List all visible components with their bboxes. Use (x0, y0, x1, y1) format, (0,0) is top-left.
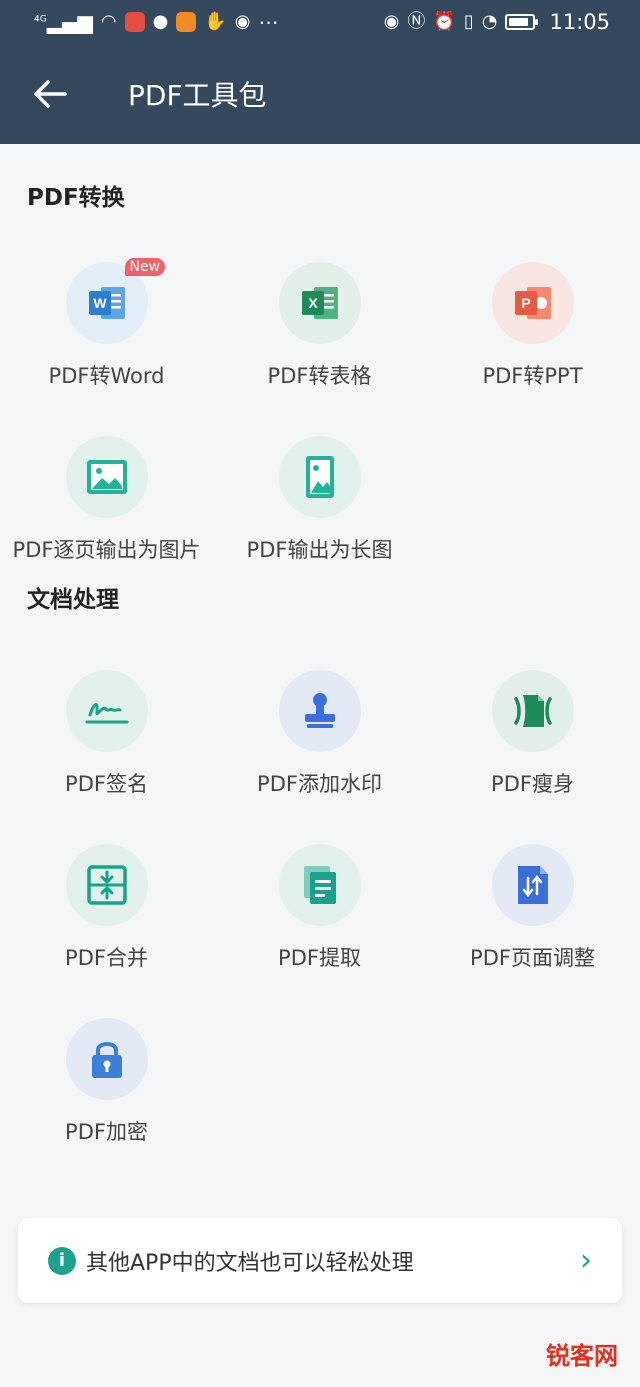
more-icon: ⋯ (258, 10, 279, 34)
page-title: PDF工具包 (128, 79, 267, 112)
vibrate-icon: ▯ (463, 11, 474, 32)
tool-label: PDF转Word (48, 364, 165, 388)
tool-label: PDF合并 (65, 946, 148, 970)
tool-pdf-compress[interactable]: PDF瘦身 (426, 660, 639, 834)
stamp-icon (304, 693, 335, 728)
lock-icon (91, 1042, 122, 1078)
tool-pdf-to-images[interactable]: PDF逐页输出为图片 (0, 426, 213, 600)
tip-text: 其他APP中的文档也可以轻松处理 (86, 1250, 414, 1276)
section-conversion: PDF转换 W New PDF转Word X PDF转表格 P PDF转PPT … (0, 144, 640, 600)
chat-icon: ● (152, 11, 169, 32)
tool-label: PDF转表格 (267, 364, 372, 388)
status-left: 4G▂▄▆ ◠ ● ✋ ◉ ⋯ (34, 10, 278, 34)
tool-label: PDF提取 (278, 946, 361, 970)
tool-pdf-encrypt[interactable]: PDF加密 (0, 1008, 213, 1182)
tool-pdf-to-ppt[interactable]: P PDF转PPT (426, 252, 639, 426)
tool-pdf-signature[interactable]: PDF签名 (0, 660, 213, 834)
signature-icon (85, 703, 128, 724)
info-icon: i (48, 1246, 76, 1275)
icon-circle (278, 844, 361, 926)
icon-circle: W New (65, 258, 166, 344)
tool-pdf-to-word[interactable]: W New PDF转Word (0, 252, 213, 426)
icon-circle (278, 436, 361, 518)
word-icon: W (88, 287, 125, 319)
app-notification-icon (176, 12, 197, 32)
tool-content: PDF转换 W New PDF转Word X PDF转表格 P PDF转PPT … (0, 144, 640, 1182)
ppt-icon: P (514, 287, 551, 319)
back-arrow-icon (34, 80, 67, 108)
icon-circle (65, 436, 148, 518)
icon-circle (65, 1018, 148, 1100)
extract-icon (303, 866, 336, 904)
signal-icon: 4G▂▄▆ (34, 10, 93, 34)
clock: 11:05 (549, 10, 610, 34)
hand-icon: ✋ (204, 11, 227, 32)
icon-circle (278, 670, 361, 752)
status-right: ◉ Ⓝ ⏰ ▯ ◔ 11:05 (384, 10, 610, 34)
image-icon (86, 460, 127, 494)
status-bar: 4G▂▄▆ ◠ ● ✋ ◉ ⋯ ◉ Ⓝ ⏰ ▯ ◔ 11:05 (0, 0, 640, 44)
back-button[interactable] (0, 44, 100, 144)
icon-circle: P (491, 262, 574, 344)
watermark: 锐客网 (546, 1342, 618, 1370)
icon-circle (65, 844, 148, 926)
tool-pdf-extract[interactable]: PDF提取 (213, 834, 426, 1008)
tool-label: PDF瘦身 (491, 772, 574, 796)
alarm-icon: ⏰ (433, 11, 456, 32)
app-bar: PDF工具包 (0, 44, 640, 144)
tool-label: PDF输出为长图 (246, 538, 393, 562)
icon-circle (491, 844, 574, 926)
nfc-icon: Ⓝ (407, 11, 426, 32)
app-notification-icon (124, 12, 145, 32)
section-title: PDF转换 (27, 185, 125, 211)
chevron-right-icon: › (580, 1243, 592, 1278)
svg-text:P: P (521, 295, 530, 311)
merge-icon (86, 865, 127, 905)
tool-pdf-watermark[interactable]: PDF添加水印 (213, 660, 426, 834)
tool-grid: W New PDF转Word X PDF转表格 P PDF转PPT PDF逐页输… (0, 252, 640, 600)
section-document-processing: 文档处理 PDF签名 PDF添加水印 PDF瘦身 PDF合并 PDF提取 PDF… (0, 580, 640, 1182)
battery-fill (509, 18, 529, 26)
tool-grid: PDF签名 PDF添加水印 PDF瘦身 PDF合并 PDF提取 PDF页面调整 … (0, 660, 640, 1182)
tool-label: PDF加密 (65, 1120, 148, 1144)
long-image-icon (305, 456, 334, 498)
tool-pdf-merge[interactable]: PDF合并 (0, 834, 213, 1008)
battery-icon (505, 14, 539, 30)
excel-icon: X (301, 287, 338, 319)
icon-circle (491, 670, 574, 752)
tool-label: PDF添加水印 (257, 772, 382, 796)
icon-circle: X (278, 262, 361, 344)
tool-pdf-to-excel[interactable]: X PDF转表格 (213, 252, 426, 426)
eye-icon: ◉ (383, 11, 400, 32)
icon-circle (65, 670, 148, 752)
color-wheel-icon: ◉ (234, 11, 251, 32)
svg-text:W: W (93, 295, 107, 311)
tool-label: PDF逐页输出为图片 (12, 538, 201, 562)
page-adjust-icon (517, 866, 548, 904)
svg-text:X: X (308, 295, 318, 311)
wifi-icon: ◠ (100, 11, 117, 32)
tool-label: PDF页面调整 (470, 946, 595, 970)
compress-icon (513, 695, 552, 727)
new-badge: New (124, 258, 166, 276)
speed-icon: ◔ (481, 11, 498, 32)
tool-pdf-page-adjust[interactable]: PDF页面调整 (426, 834, 639, 1008)
other-apps-tip[interactable]: i 其他APP中的文档也可以轻松处理 › (18, 1218, 622, 1303)
tool-pdf-to-long-image[interactable]: PDF输出为长图 (213, 426, 426, 600)
tool-label: PDF转PPT (482, 364, 583, 388)
tool-label: PDF签名 (65, 772, 148, 796)
